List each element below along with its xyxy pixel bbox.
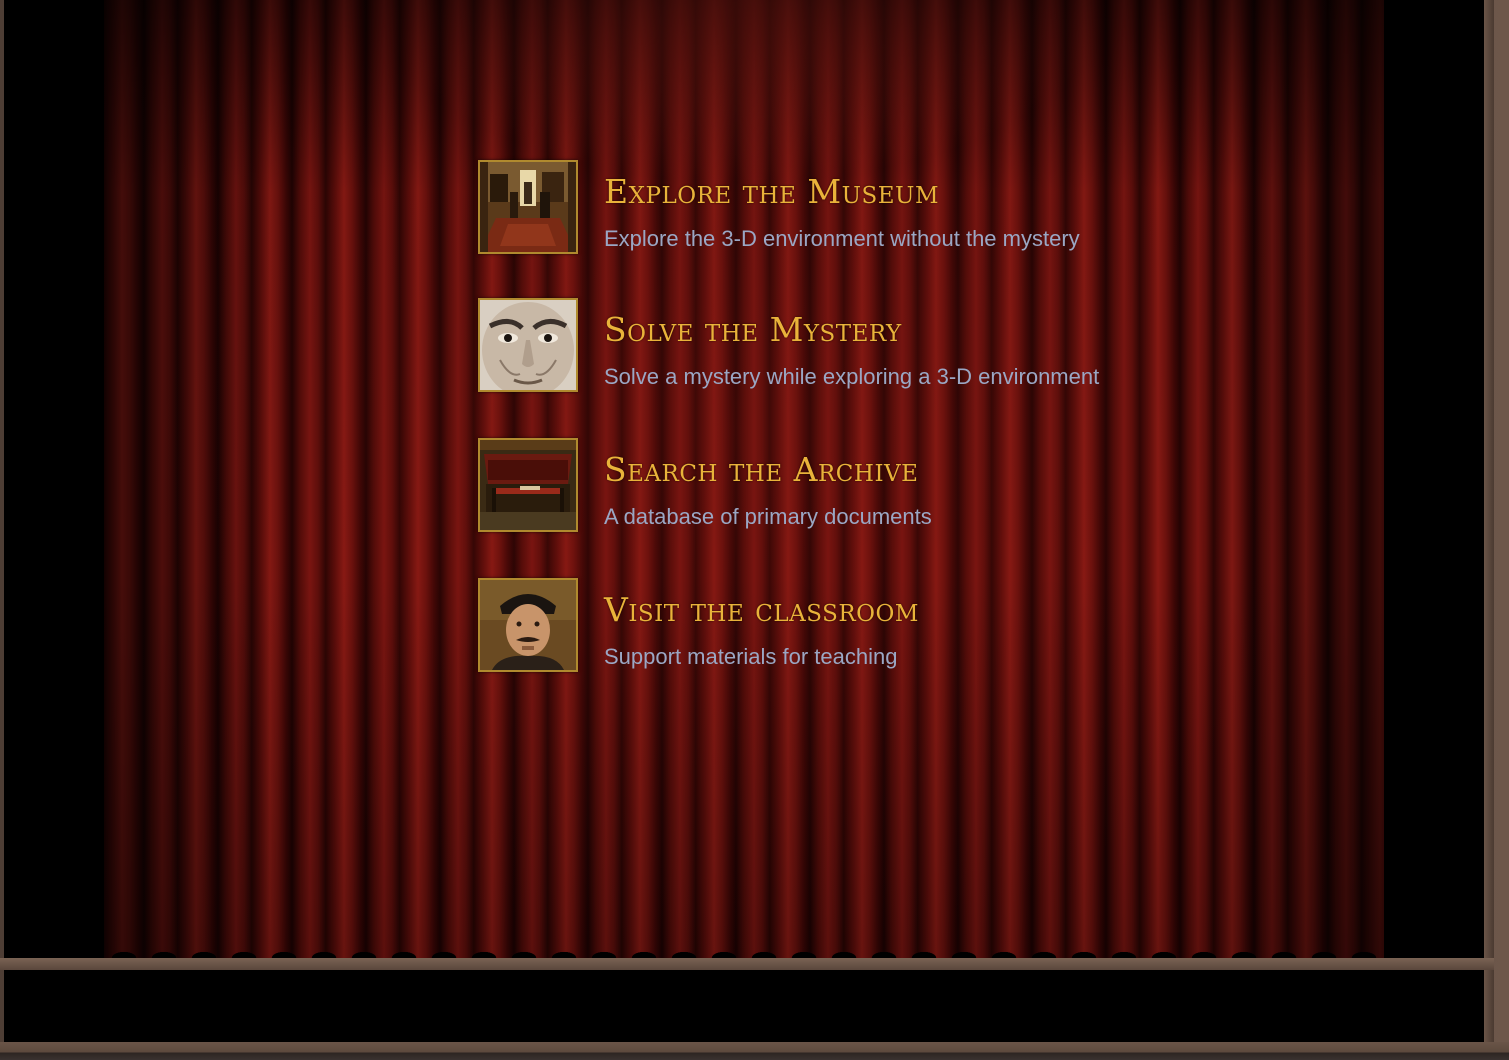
- explore-museum-title[interactable]: Explore the Museum: [604, 172, 939, 211]
- solve-mystery-description: Solve a mystery while exploring a 3-D en…: [604, 364, 1100, 389]
- footer-bar: [4, 970, 1484, 1042]
- menu-item-search-archive[interactable]: Search the Archive A database of primary…: [478, 438, 1238, 534]
- menu-item-explore-museum[interactable]: Explore the Museum Explore the 3-D envir…: [478, 160, 1238, 256]
- face-closeup-thumbnail[interactable]: [478, 298, 578, 392]
- visit-classroom-title[interactable]: Visit the classroom: [604, 590, 919, 629]
- solve-mystery-title[interactable]: Solve the Mystery: [604, 310, 902, 349]
- visit-classroom-description: Support materials for teaching: [604, 644, 898, 669]
- archive-drawer-thumbnail[interactable]: [478, 438, 578, 532]
- search-archive-title[interactable]: Search the Archive: [604, 450, 918, 489]
- frame-divider: [0, 958, 1494, 970]
- search-archive-description: A database of primary documents: [604, 504, 932, 529]
- right-frame-edge: [1484, 0, 1494, 1060]
- menu-item-visit-classroom[interactable]: Visit the classroom Support materials fo…: [478, 578, 1238, 674]
- curtain-hem: [104, 940, 1384, 958]
- menu-item-solve-mystery[interactable]: Solve the Mystery Solve a mystery while …: [478, 298, 1238, 394]
- bottom-frame-strip: [0, 1042, 1509, 1060]
- explore-museum-description: Explore the 3-D environment without the …: [604, 226, 1080, 251]
- man-portrait-thumbnail[interactable]: [478, 578, 578, 672]
- museum-room-thumbnail[interactable]: [478, 160, 578, 254]
